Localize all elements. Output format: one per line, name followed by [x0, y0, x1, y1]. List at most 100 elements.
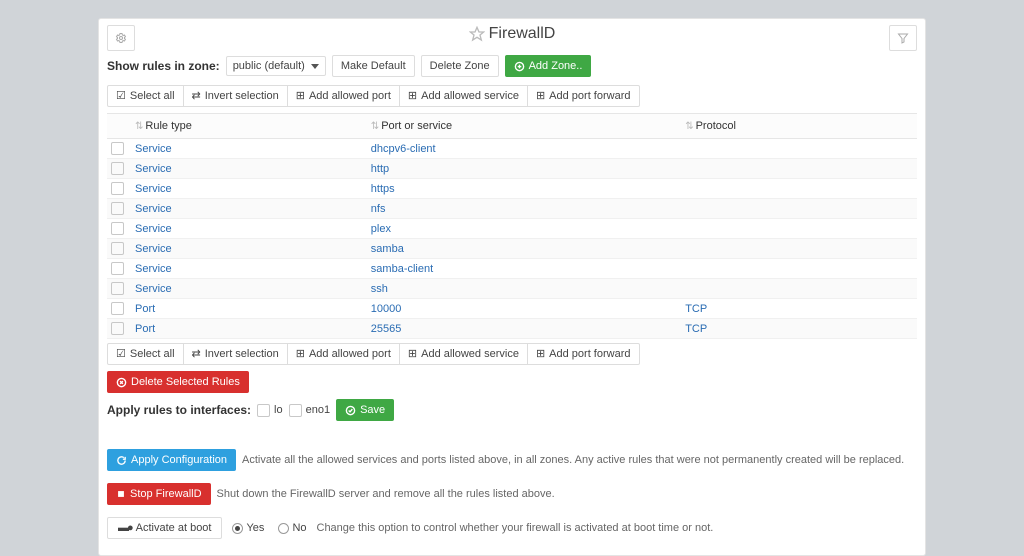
apply-configuration-button[interactable]: Apply Configuration — [107, 449, 236, 471]
rule-type-link[interactable]: Service — [135, 223, 172, 235]
make-default-button[interactable]: Make Default — [332, 55, 415, 77]
plus-square-icon: ⊞ — [296, 91, 305, 102]
radio-icon — [278, 523, 289, 534]
radio-icon — [232, 523, 243, 534]
row-checkbox[interactable] — [111, 202, 124, 215]
invert-selection-button[interactable]: ⇄ Invert selection — [183, 343, 288, 365]
rule-port-link[interactable]: samba — [371, 243, 404, 255]
zone-select-value: public (default) — [233, 60, 305, 72]
toggle-icon: ▬● — [118, 523, 132, 534]
col-port[interactable]: ⇅Port or service — [367, 114, 681, 139]
delete-zone-button[interactable]: Delete Zone — [421, 55, 499, 77]
table-row: Service http — [107, 159, 917, 179]
rule-type-link[interactable]: Service — [135, 243, 172, 255]
sort-icon: ⇅ — [135, 121, 143, 132]
row-checkbox[interactable] — [111, 182, 124, 195]
boot-yes-radio[interactable]: Yes — [232, 522, 264, 534]
save-interfaces-button[interactable]: Save — [336, 399, 394, 421]
table-row: Service ssh — [107, 279, 917, 299]
iface-eno1[interactable]: eno1 — [289, 404, 330, 417]
rules-toolbar-bottom: ☑ Select all ⇄ Invert selection ⊞ Add al… — [107, 343, 640, 365]
invert-selection-button[interactable]: ⇄ Invert selection — [183, 85, 288, 107]
rule-type-link[interactable]: Service — [135, 263, 172, 275]
select-all-button[interactable]: ☑ Select all — [107, 85, 184, 107]
rule-port-link[interactable]: http — [371, 163, 389, 175]
x-circle-icon — [116, 377, 127, 388]
rule-port-link[interactable]: 25565 — [371, 323, 402, 335]
table-row: Port 25565 TCP — [107, 319, 917, 339]
add-port-forward-button[interactable]: ⊞ Add port forward — [527, 85, 640, 107]
checkbox-icon — [257, 404, 270, 417]
rule-type-link[interactable]: Service — [135, 203, 172, 215]
rule-port-link[interactable]: samba-client — [371, 263, 433, 275]
add-allowed-service-button[interactable]: ⊞ Add allowed service — [399, 343, 528, 365]
add-allowed-port-button[interactable]: ⊞ Add allowed port — [287, 343, 400, 365]
table-row: Port 10000 TCP — [107, 299, 917, 319]
apply-configuration-desc: Activate all the allowed services and po… — [242, 454, 904, 466]
plus-square-icon: ⊞ — [408, 91, 417, 102]
activate-at-boot-desc: Change this option to control whether yo… — [317, 522, 714, 534]
col-rule-type[interactable]: ⇅Rule type — [131, 114, 367, 139]
table-row: Service dhcpv6-client — [107, 139, 917, 159]
chevron-down-icon — [311, 64, 319, 69]
check-square-icon: ☑ — [116, 91, 126, 102]
boot-no-radio[interactable]: No — [278, 522, 306, 534]
select-all-button[interactable]: ☑ Select all — [107, 343, 184, 365]
gear-icon — [115, 32, 127, 44]
activate-at-boot-button[interactable]: ▬● Activate at boot — [107, 517, 222, 539]
sort-icon: ⇅ — [685, 121, 693, 132]
filter-button[interactable] — [889, 25, 917, 51]
stop-firewalld-desc: Shut down the FirewallD server and remov… — [217, 488, 555, 500]
filter-icon — [897, 32, 909, 44]
stop-firewalld-button[interactable]: Stop FirewallD — [107, 483, 211, 505]
plus-square-icon: ⊞ — [536, 91, 545, 102]
swap-icon: ⇄ — [192, 349, 201, 360]
row-checkbox[interactable] — [111, 142, 124, 155]
rule-proto-link[interactable]: TCP — [685, 323, 707, 335]
checkbox-icon — [289, 404, 302, 417]
col-protocol[interactable]: ⇅Protocol — [681, 114, 917, 139]
star-icon — [469, 26, 485, 42]
row-checkbox[interactable] — [111, 162, 124, 175]
delete-selected-button[interactable]: Delete Selected Rules — [107, 371, 249, 393]
plus-square-icon: ⊞ — [408, 349, 417, 360]
sort-icon: ⇅ — [371, 121, 379, 132]
table-row: Service samba-client — [107, 259, 917, 279]
add-zone-label: Add Zone.. — [529, 60, 583, 72]
zone-select[interactable]: public (default) — [226, 56, 326, 76]
add-allowed-service-button[interactable]: ⊞ Add allowed service — [399, 85, 528, 107]
add-allowed-port-button[interactable]: ⊞ Add allowed port — [287, 85, 400, 107]
rule-type-link[interactable]: Service — [135, 143, 172, 155]
swap-icon: ⇄ — [192, 91, 201, 102]
rule-port-link[interactable]: nfs — [371, 203, 386, 215]
row-checkbox[interactable] — [111, 302, 124, 315]
rule-port-link[interactable]: plex — [371, 223, 391, 235]
rule-type-link[interactable]: Service — [135, 183, 172, 195]
rule-type-link[interactable]: Service — [135, 283, 172, 295]
rule-type-link[interactable]: Service — [135, 163, 172, 175]
rules-toolbar-top: ☑ Select all ⇄ Invert selection ⊞ Add al… — [107, 85, 640, 107]
row-checkbox[interactable] — [111, 262, 124, 275]
rule-type-link[interactable]: Port — [135, 303, 155, 315]
page-title-text: FirewallD — [489, 25, 556, 43]
check-circle-icon — [345, 405, 356, 416]
check-square-icon: ☑ — [116, 349, 126, 360]
iface-lo[interactable]: lo — [257, 404, 283, 417]
add-port-forward-button[interactable]: ⊞ Add port forward — [527, 343, 640, 365]
plus-square-icon: ⊞ — [536, 349, 545, 360]
add-zone-button[interactable]: Add Zone.. — [505, 55, 592, 77]
table-row: Service nfs — [107, 199, 917, 219]
rule-port-link[interactable]: dhcpv6-client — [371, 143, 436, 155]
rule-port-link[interactable]: 10000 — [371, 303, 402, 315]
rule-port-link[interactable]: ssh — [371, 283, 388, 295]
rule-port-link[interactable]: https — [371, 183, 395, 195]
settings-button[interactable] — [107, 25, 135, 51]
row-checkbox[interactable] — [111, 242, 124, 255]
row-checkbox[interactable] — [111, 322, 124, 335]
row-checkbox[interactable] — [111, 282, 124, 295]
table-row: Service https — [107, 179, 917, 199]
rule-type-link[interactable]: Port — [135, 323, 155, 335]
plus-circle-icon — [514, 61, 525, 72]
row-checkbox[interactable] — [111, 222, 124, 235]
rule-proto-link[interactable]: TCP — [685, 303, 707, 315]
